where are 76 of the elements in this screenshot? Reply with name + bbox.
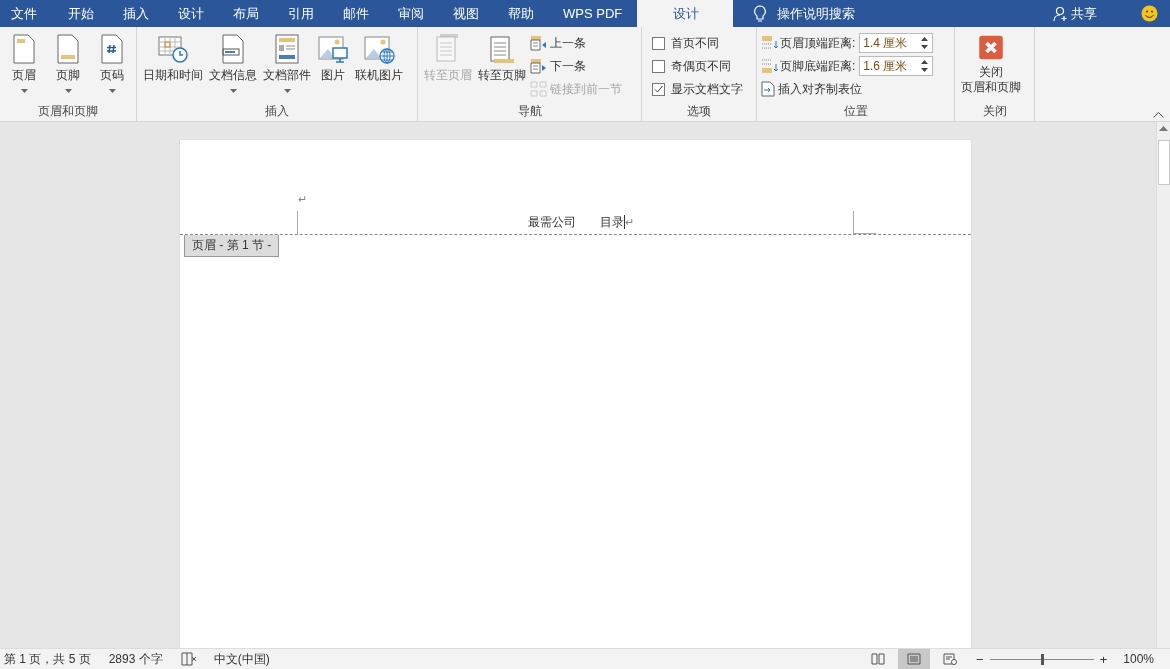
ribbon-tab[interactable]: WPS PDF — [551, 0, 634, 27]
paragraph-mark: ↵ — [624, 215, 634, 229]
ribbon-button[interactable]: 页码 — [94, 33, 130, 95]
ribbon-tab[interactable]: 引用 — [276, 0, 325, 27]
ribbon-button[interactable]: 插入对齐制表位 — [761, 79, 934, 99]
group-label: 关闭 — [981, 103, 1008, 120]
distance-spinner[interactable]: 1.6 厘米 — [859, 56, 934, 76]
zoom-level[interactable]: 100% — [1123, 652, 1154, 666]
ribbon-tab[interactable]: 文件 — [0, 0, 48, 27]
checkbox-box[interactable] — [652, 36, 665, 50]
zoom-in-button[interactable]: + — [1099, 651, 1108, 667]
text-cursor — [623, 215, 625, 229]
share-button[interactable]: 共享 — [1053, 4, 1097, 23]
ribbon-tab[interactable]: 视图 — [441, 0, 490, 27]
language[interactable]: 中文(中国) — [213, 650, 270, 668]
scroll-thumb[interactable] — [1157, 140, 1170, 185]
checkbox-box[interactable] — [652, 82, 665, 96]
scroll-up-icon[interactable] — [1159, 126, 1168, 132]
distance-spinner[interactable]: 1.4 厘米 — [859, 33, 934, 53]
checkbox[interactable]: 首页不同 — [646, 33, 743, 53]
ribbon-button[interactable]: 图片 — [315, 33, 351, 95]
header-top-icon — [761, 35, 779, 51]
ribbon-button[interactable]: 联机图片 — [353, 33, 405, 95]
group-label: 位置 — [842, 103, 869, 120]
ribbon-tab[interactable]: 开始 — [56, 0, 105, 27]
link-icon — [530, 81, 547, 97]
ribbon-tab[interactable]: 邮件 — [331, 0, 380, 27]
group-label: 导航 — [516, 103, 543, 120]
collapse-ribbon-icon[interactable] — [1153, 112, 1164, 118]
ribbon-tab[interactable]: 设计 — [637, 0, 734, 27]
ribbon-button[interactable]: 页眉 — [6, 33, 42, 95]
ribbon-button[interactable]: 文档部件 — [261, 33, 313, 95]
previous-icon — [530, 35, 547, 51]
ribbon-tab[interactable]: 布局 — [221, 0, 270, 27]
checkbox-box[interactable] — [652, 59, 665, 73]
close-header-footer-button[interactable]: 关闭 页眉和页脚 — [959, 33, 1023, 95]
group-label: 选项 — [686, 103, 712, 120]
word-count[interactable]: 2893 个字 — [108, 650, 163, 668]
page-count[interactable]: 第 1 页，共 5 页 — [4, 650, 91, 668]
ribbon-tab[interactable]: 审阅 — [386, 0, 435, 27]
zoom-out-button[interactable]: − — [976, 651, 984, 667]
header-text: 最需公司 — [527, 213, 576, 231]
footer-bottom-icon — [761, 58, 779, 74]
ribbon-button[interactable]: 文档信息 — [207, 33, 259, 95]
ribbon-button[interactable]: 日期和时间 — [141, 33, 205, 95]
smiley-icon[interactable] — [1141, 5, 1158, 22]
vertical-scrollbar[interactable] — [1156, 122, 1170, 648]
ribbon-button[interactable]: 页脚 — [50, 33, 86, 95]
ribbon-tab[interactable]: 插入 — [111, 0, 160, 27]
ribbon-button[interactable]: 上一条 — [530, 33, 622, 53]
section-tag: 页眉 - 第 1 节 - — [184, 235, 280, 257]
spinner-label: 页眉顶端距离: — [780, 34, 856, 52]
group-label: 页眉和页脚 — [37, 103, 99, 120]
header-text: 目录 — [599, 213, 624, 231]
spinner-label: 页脚底端距离: — [780, 57, 856, 75]
calendar-clock-icon — [157, 33, 189, 65]
lightbulb-icon — [753, 4, 768, 23]
checkbox[interactable]: 奇偶页不同 — [646, 56, 743, 76]
ribbon-button[interactable]: 下一条 — [530, 56, 622, 76]
print-layout-icon[interactable] — [898, 649, 931, 669]
ribbon-button[interactable]: 转至页脚 — [476, 33, 528, 95]
person-add-icon — [1053, 5, 1069, 22]
tell-me-search[interactable]: 操作说明搜索 — [777, 4, 856, 23]
checkbox[interactable]: 显示文档文字 — [646, 79, 743, 99]
margin-corner-mark — [853, 211, 876, 234]
ribbon-tab[interactable]: 帮助 — [496, 0, 545, 27]
tab-align-icon — [761, 81, 775, 97]
next-icon — [530, 58, 547, 74]
online-picture-icon — [363, 33, 395, 65]
proofing-icon[interactable] — [180, 652, 197, 666]
ribbon-tab[interactable]: 设计 — [166, 0, 215, 27]
paragraph-mark: ↵ — [298, 193, 307, 205]
spin-arrows-icon[interactable] — [921, 59, 929, 73]
group-label: 插入 — [264, 103, 290, 120]
spin-arrows-icon[interactable] — [921, 36, 929, 50]
picture-icon — [317, 33, 349, 65]
